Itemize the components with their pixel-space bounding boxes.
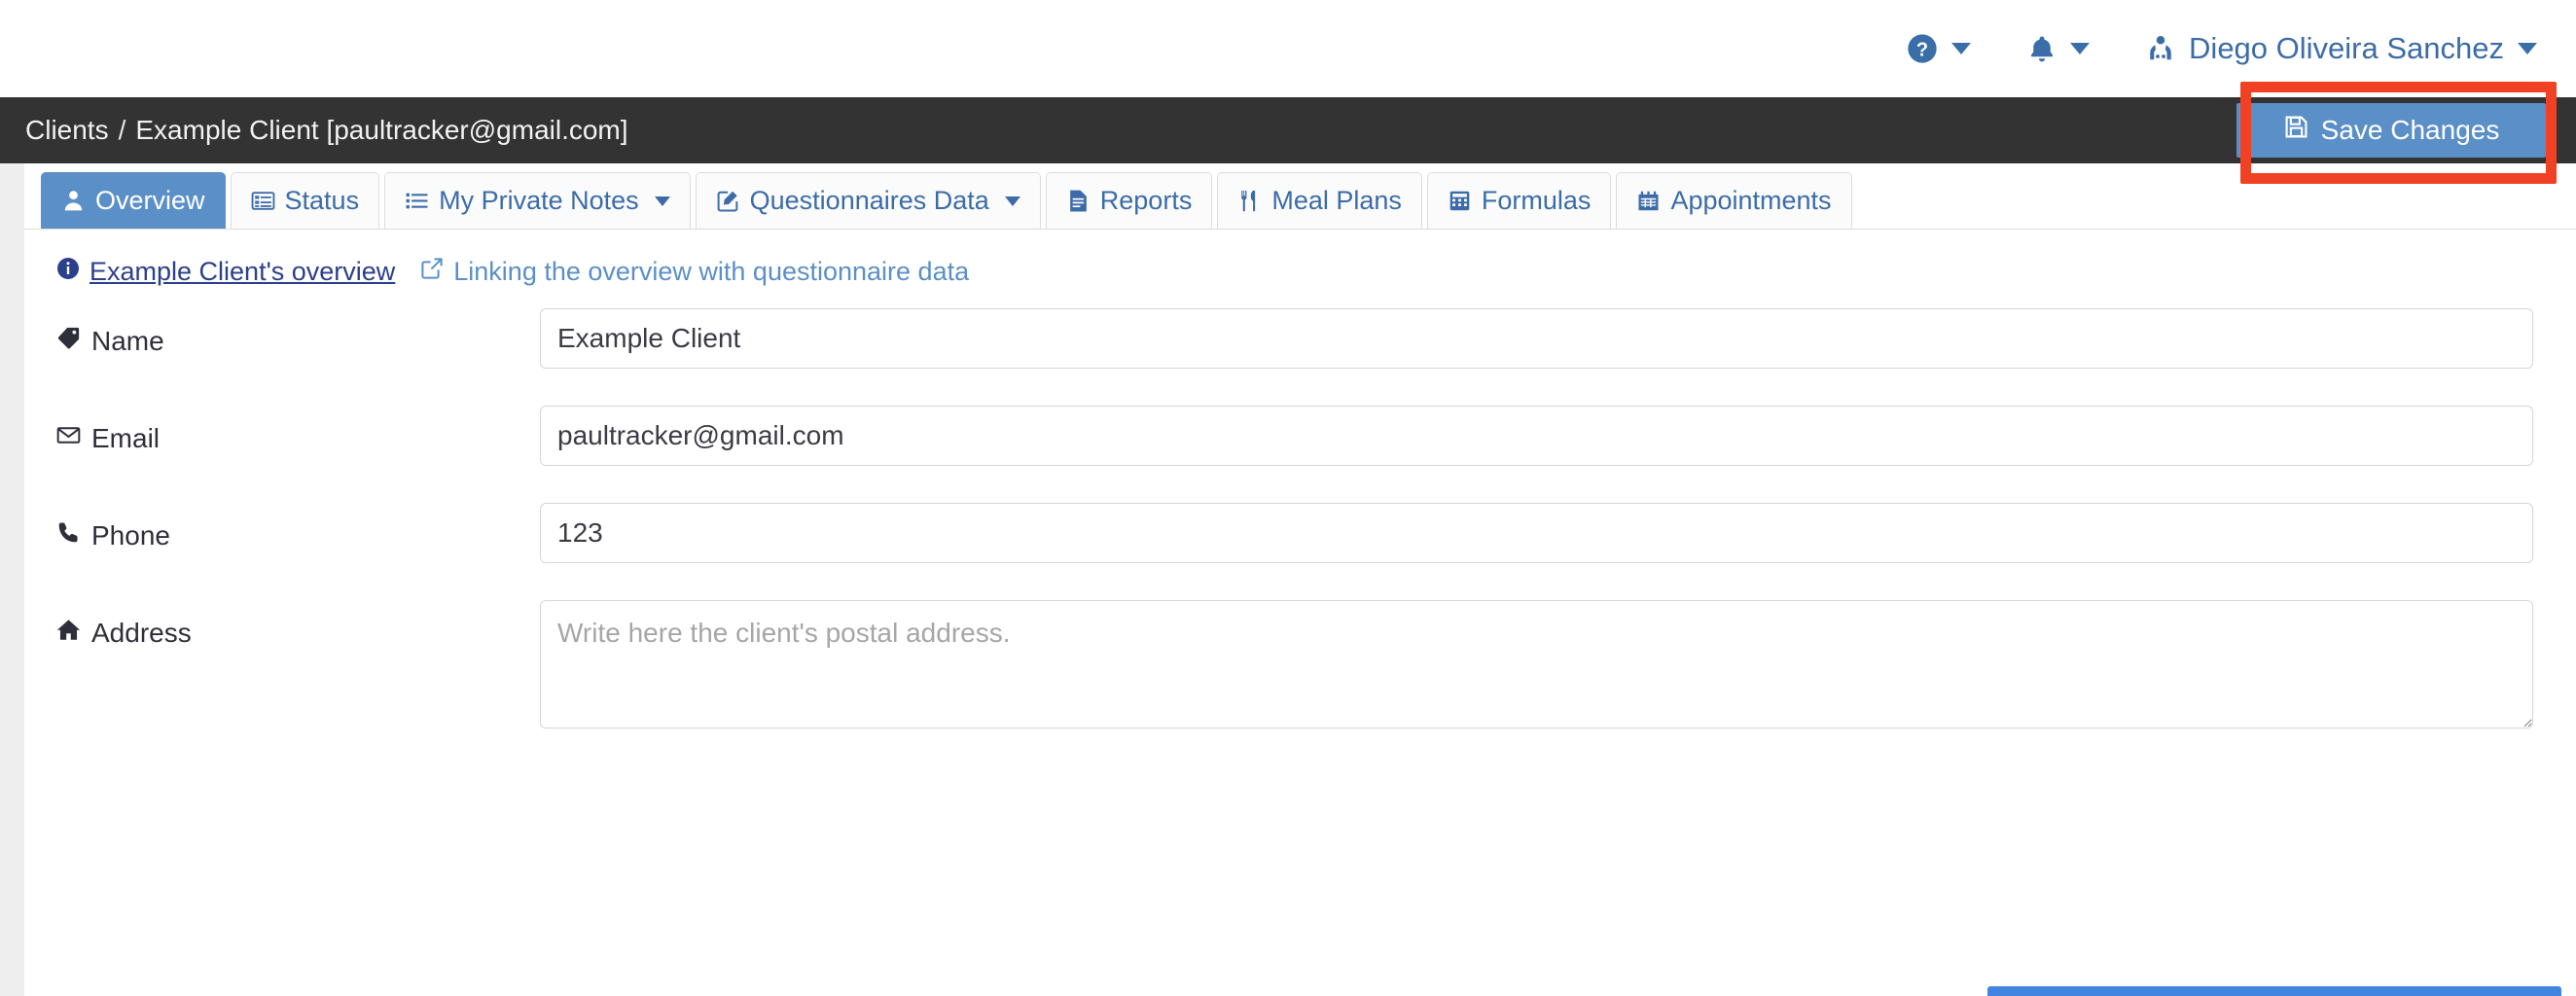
breadcrumb-separator: / [119,115,126,145]
home-icon [56,618,81,649]
tab-meal-plans[interactable]: Meal Plans [1217,172,1422,229]
save-changes-label: Save Changes [2321,115,2500,146]
breadcrumb-current: Example Client [paultracker@gmail.com] [135,115,627,145]
form-row-name: Name [24,308,2576,369]
user-md-icon [2146,33,2175,64]
tab-label: Reports [1100,186,1193,216]
chevron-down-icon [2518,43,2537,54]
page-body: Overview Status [0,163,2576,996]
form-row-address: Address [24,600,2576,733]
list-ul-icon [405,189,429,213]
name-label: Name [24,308,540,357]
tab-label: Questionnaires Data [750,186,989,216]
breadcrumb-root-link[interactable]: Clients [25,115,109,145]
partially-visible-bottom-button[interactable] [1987,986,2561,996]
tab-label: Overview [95,186,205,216]
tab-status[interactable]: Status [231,172,380,229]
help-menu[interactable]: ? [1907,33,1971,64]
linking-overview-questionnaire-link-label: Linking the overview with questionnaire … [453,257,969,287]
client-overview-form: Name Email [24,287,2576,733]
calendar-icon [1636,189,1661,213]
tab-reports[interactable]: Reports [1046,172,1213,229]
tag-icon [56,326,81,357]
address-label-text: Address [91,618,192,649]
linking-overview-questionnaire-link[interactable]: Linking the overview with questionnaire … [420,257,969,287]
svg-text:?: ? [1916,39,1928,60]
breadcrumb: Clients / Example Client [paultracker@gmai… [0,115,628,146]
client-overview-link[interactable]: Example Client's overview [56,257,395,287]
chevron-down-icon [655,196,670,206]
chevron-down-icon [1005,196,1020,206]
name-label-text: Name [91,326,164,357]
email-input[interactable] [540,406,2533,466]
left-gutter [0,163,24,996]
tab-label: My Private Notes [439,186,639,216]
bell-icon [2027,33,2057,64]
question-circle-icon: ? [1907,33,1938,64]
tab-appointments[interactable]: Appointments [1616,172,1851,229]
breadcrumb-bar: Clients / Example Client [paultracker@gmai… [0,97,2576,163]
save-changes-button[interactable]: Save Changes [2236,103,2546,158]
external-link-icon [420,257,444,287]
phone-label: Phone [24,503,540,551]
phone-field-wrap [540,503,2576,563]
top-utility-bar: ? Diego Oliveira Sanchez [0,0,2576,97]
pencil-square-icon [716,189,740,213]
client-tabs: Overview Status [24,163,2576,230]
user-menu[interactable]: Diego Oliveira Sanchez [2146,31,2537,66]
tab-label: Formulas [1482,186,1592,216]
tab-my-private-notes[interactable]: My Private Notes [384,172,691,229]
user-icon [61,189,86,213]
address-textarea[interactable] [540,600,2533,729]
form-row-phone: Phone [24,503,2576,563]
tab-questionnaires-data[interactable]: Questionnaires Data [696,172,1041,229]
info-circle-icon [56,257,80,287]
tab-label: Appointments [1670,186,1831,216]
form-row-email: Email [24,406,2576,466]
cutlery-icon [1237,189,1262,213]
main-content: Overview Status [24,163,2576,996]
phone-input[interactable] [540,503,2533,563]
email-field-wrap [540,406,2576,466]
address-field-wrap [540,600,2576,733]
tab-label: Status [285,186,360,216]
phone-label-text: Phone [91,520,170,551]
user-name-label: Diego Oliveira Sanchez [2189,31,2504,66]
address-label: Address [24,600,540,649]
overview-links-row: Example Client's overview Linking the ov… [24,230,2576,287]
tab-label: Meal Plans [1271,186,1402,216]
calculator-icon [1448,189,1472,213]
list-alt-icon [251,189,275,213]
tab-formulas[interactable]: Formulas [1427,172,1612,229]
phone-icon [56,520,81,551]
envelope-icon [56,423,81,454]
file-text-icon [1066,189,1091,213]
email-label: Email [24,406,540,454]
client-overview-link-label: Example Client's overview [89,257,395,287]
email-label-text: Email [91,423,160,454]
tab-overview[interactable]: Overview [41,172,226,229]
name-field-wrap [540,308,2576,369]
floppy-disk-icon [2283,114,2309,147]
notifications-menu[interactable] [2027,33,2090,64]
chevron-down-icon [2070,43,2090,54]
name-input[interactable] [540,308,2533,369]
chevron-down-icon [1951,43,1971,54]
